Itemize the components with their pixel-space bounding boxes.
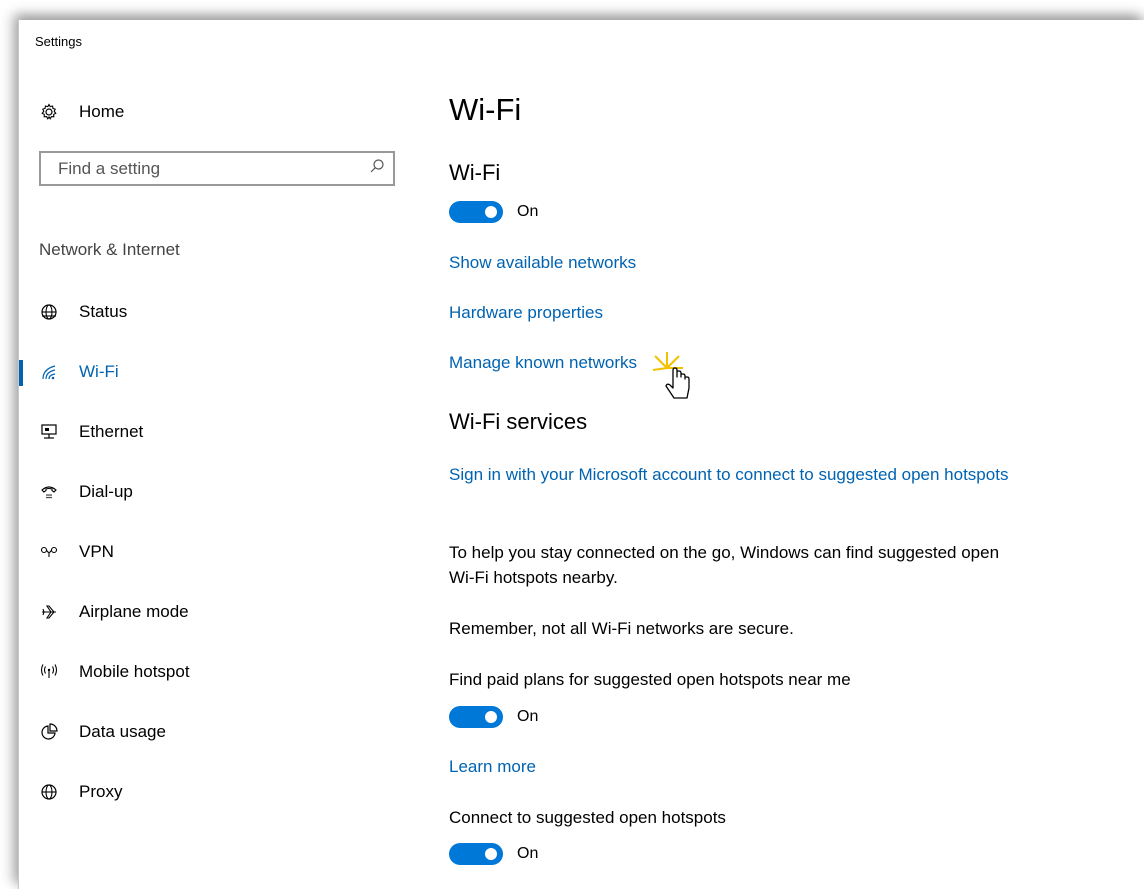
search-icon[interactable] bbox=[369, 158, 385, 179]
sidebar-nav: Status Wi-Fi Ethernet Dial-up VPN Airpla… bbox=[19, 282, 409, 822]
home-label: Home bbox=[79, 102, 125, 121]
gear-icon bbox=[39, 102, 59, 122]
sidebar-item-wifi[interactable]: Wi-Fi bbox=[19, 342, 409, 402]
wifi-toggle[interactable] bbox=[449, 201, 503, 223]
sidebar-item-label: Ethernet bbox=[79, 422, 144, 441]
show-available-networks-link[interactable]: Show available networks bbox=[449, 253, 636, 273]
sidebar-item-label: Wi-Fi bbox=[79, 362, 119, 381]
sidebar-item-status[interactable]: Status bbox=[19, 282, 409, 342]
paid-plans-toggle-label: On bbox=[517, 708, 539, 725]
wifi-services-heading: Wi-Fi services bbox=[449, 409, 588, 434]
sidebar-item-label: VPN bbox=[79, 542, 114, 561]
wifi-icon bbox=[39, 362, 59, 382]
page-title: Wi-Fi bbox=[449, 92, 522, 127]
connect-hotspots-toggle[interactable] bbox=[449, 843, 503, 865]
sidebar-item-label: Proxy bbox=[79, 782, 123, 801]
connect-hotspots-label: Connect to suggested open hotspots bbox=[449, 808, 726, 827]
sidebar-item-ethernet[interactable]: Ethernet bbox=[19, 402, 409, 462]
ethernet-icon bbox=[39, 422, 59, 442]
search-box[interactable] bbox=[39, 151, 395, 186]
help-text: To help you stay connected on the go, Wi… bbox=[449, 543, 1000, 587]
sidebar-item-label: Airplane mode bbox=[79, 602, 189, 621]
sidebar-item-dial-up[interactable]: Dial-up bbox=[19, 462, 409, 522]
sidebar-item-label: Data usage bbox=[79, 722, 166, 741]
airplane-icon bbox=[39, 602, 59, 622]
section-heading: Network & Internet bbox=[39, 240, 180, 259]
home-nav-item[interactable]: Home bbox=[39, 102, 124, 122]
wifi-toggle-label: On bbox=[517, 203, 539, 220]
sidebar-item-data-usage[interactable]: Data usage bbox=[19, 702, 409, 762]
sidebar-item-label: Mobile hotspot bbox=[79, 662, 190, 681]
hotspot-icon bbox=[39, 662, 59, 682]
sidebar-item-label: Status bbox=[79, 302, 128, 321]
remember-text: Remember, not all Wi-Fi networks are sec… bbox=[449, 619, 794, 638]
hand-pointer-icon bbox=[649, 348, 709, 408]
wifi-toggle-row: On bbox=[449, 201, 538, 223]
toggle-knob bbox=[485, 711, 497, 723]
connect-hotspots-toggle-row: On bbox=[449, 843, 538, 865]
pie-chart-icon bbox=[39, 722, 59, 742]
search-input[interactable] bbox=[56, 157, 360, 180]
hardware-properties-link[interactable]: Hardware properties bbox=[449, 303, 603, 323]
sidebar-item-vpn[interactable]: VPN bbox=[19, 522, 409, 582]
wifi-heading: Wi-Fi bbox=[449, 160, 501, 185]
window-title: Settings bbox=[35, 34, 82, 49]
toggle-knob bbox=[485, 206, 497, 218]
paid-plans-toggle[interactable] bbox=[449, 706, 503, 728]
globe-icon bbox=[39, 782, 59, 802]
globe-status-icon bbox=[39, 302, 59, 322]
paid-plans-label: Find paid plans for suggested open hotsp… bbox=[449, 670, 851, 689]
sidebar-item-mobile-hotspot[interactable]: Mobile hotspot bbox=[19, 642, 409, 702]
vpn-icon bbox=[39, 542, 59, 562]
phone-icon bbox=[39, 482, 59, 502]
paid-plans-toggle-row: On bbox=[449, 706, 538, 728]
settings-window: Settings Home Network & Internet bbox=[18, 20, 1144, 889]
learn-more-link[interactable]: Learn more bbox=[449, 757, 536, 777]
sidebar-item-label: Dial-up bbox=[79, 482, 133, 501]
connect-hotspots-toggle-label: On bbox=[517, 845, 539, 862]
manage-known-networks-link[interactable]: Manage known networks bbox=[449, 353, 637, 373]
microsoft-sign-in-link[interactable]: Sign in with your Microsoft account to c… bbox=[449, 462, 1009, 487]
sidebar-item-airplane-mode[interactable]: Airplane mode bbox=[19, 582, 409, 642]
toggle-knob bbox=[485, 848, 497, 860]
sidebar-item-proxy[interactable]: Proxy bbox=[19, 762, 409, 822]
